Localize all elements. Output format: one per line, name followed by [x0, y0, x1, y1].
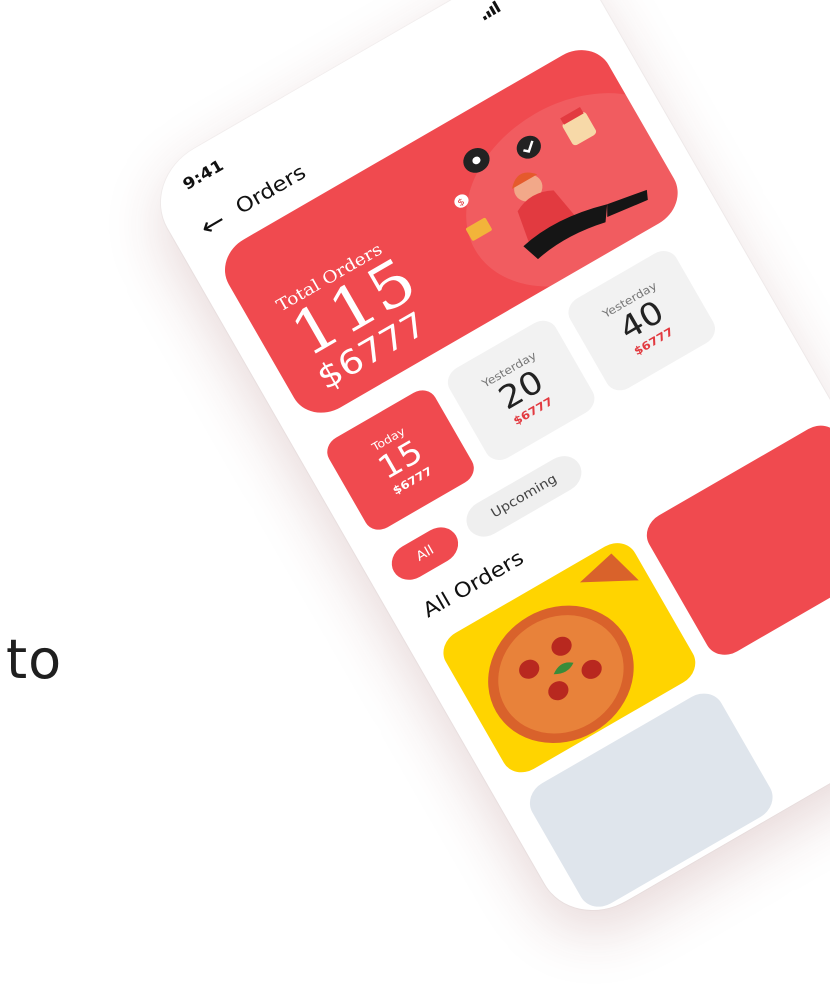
arrow-left-icon[interactable]: ← — [194, 204, 230, 243]
signal-icon — [478, 0, 501, 21]
phone-screen: 9:41 ← Orders $ Total Orders 115 $6777 T… — [140, 0, 830, 933]
status-time: 9:41 — [179, 156, 228, 195]
filter-all[interactable]: All — [385, 520, 466, 587]
stat-card-today[interactable]: Today 15 $6777 — [321, 384, 480, 536]
stat-card-yesterday[interactable]: Yesterday 20 $6777 — [442, 314, 600, 466]
wifi-icon — [500, 0, 524, 8]
total-orders-summary: Total Orders 115 $6777 — [273, 234, 443, 398]
stat-card-yesterday-2[interactable]: Yesterday 40 $6777 — [562, 245, 721, 397]
phone-mockup: 9:41 ← Orders $ Total Orders 115 $6777 T… — [0, 0, 830, 1004]
